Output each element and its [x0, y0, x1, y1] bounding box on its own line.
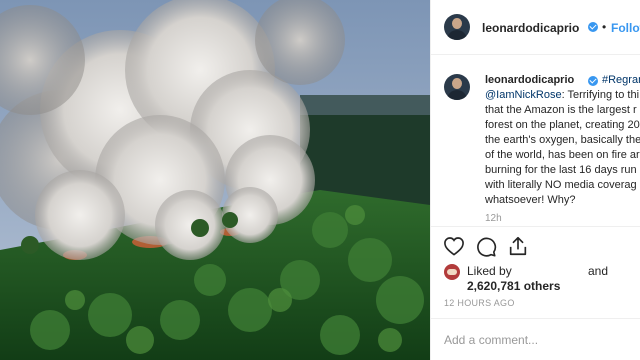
caption-line-9: whatsoever! Why?	[485, 194, 576, 206]
comment-icon[interactable]	[475, 236, 497, 258]
caption-line-8: with literally NO media coverag	[485, 179, 637, 191]
caption-line-6: of the world, has been on fire ar	[485, 149, 640, 161]
caption-line-2-text: : Terrifying to thi	[561, 89, 640, 101]
avatar[interactable]	[444, 14, 470, 40]
heart-icon[interactable]	[443, 236, 465, 256]
post-header: leonardodicaprio • Follow	[431, 0, 640, 55]
post-image[interactable]	[0, 0, 430, 360]
caption-line-5: the earth's oxygen, basically the	[485, 134, 640, 146]
caption-username[interactable]: leonardodicaprio	[485, 73, 574, 88]
comment-divider	[431, 318, 640, 319]
post-sidebar: leonardodicaprio • Follow leonardodicapr…	[430, 0, 640, 360]
separator-dot: •	[602, 20, 607, 34]
username-link[interactable]: leonardodicaprio	[482, 21, 579, 35]
caption-verified-badge-icon	[588, 76, 598, 86]
amazon-fire-photo	[0, 0, 430, 360]
caption-line-7: burning for the last 16 days run	[485, 164, 637, 176]
share-icon[interactable]	[507, 235, 529, 257]
caption-line-3: that the Amazon is the largest r	[485, 104, 637, 116]
liked-by-label: Liked by	[467, 264, 512, 278]
liker-avatar[interactable]	[444, 264, 460, 280]
caption-mention[interactable]: @IamNickRose	[485, 89, 562, 101]
caption-hashtags[interactable]: #Regram #	[602, 73, 640, 88]
caption-timestamp: 12h	[485, 213, 502, 224]
likes-count[interactable]: 2,620,781 others	[467, 279, 560, 293]
caption-line-2: @IamNickRose: Terrifying to thi	[485, 88, 639, 103]
verified-badge-icon	[588, 22, 598, 32]
likes-and-label: and	[588, 264, 609, 278]
caption-line-4: forest on the planet, creating 20	[485, 119, 640, 131]
actions-divider	[431, 226, 640, 227]
add-comment-input[interactable]: Add a comment...	[444, 333, 538, 347]
follow-button[interactable]: Follow	[611, 21, 640, 35]
post-timestamp[interactable]: 12 HOURS AGO	[444, 298, 515, 308]
post-caption: leonardodicaprio #Regram # @IamNickRose:…	[444, 73, 640, 213]
